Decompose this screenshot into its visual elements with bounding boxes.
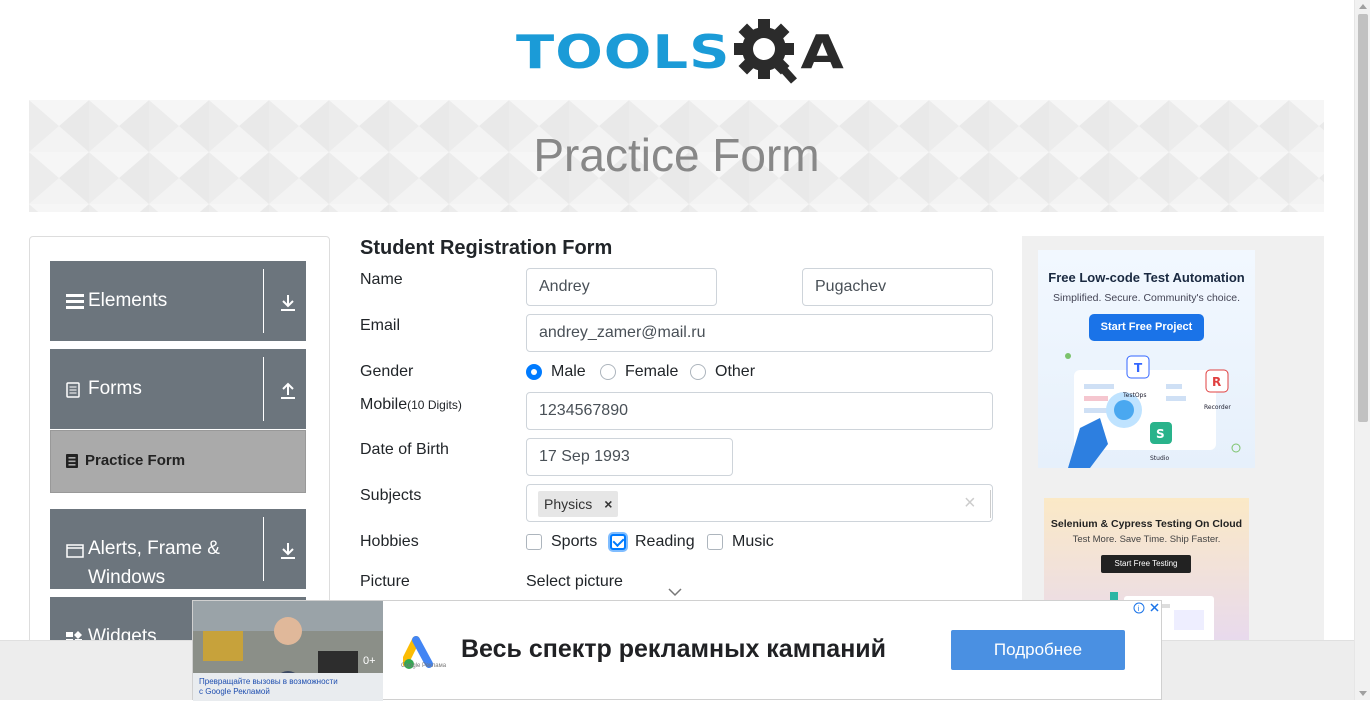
form-document-icon bbox=[66, 382, 80, 398]
radio-unselected[interactable] bbox=[690, 364, 706, 380]
subject-tag: Physics × bbox=[538, 491, 619, 517]
mobile-label: Mobile(10 Digits) bbox=[360, 396, 462, 414]
ad-photo-caption: Превращайте вызовы в возможности с Googl… bbox=[199, 677, 338, 696]
mobile-label-text: Mobile bbox=[360, 396, 408, 413]
ad-illustration: T R S TestOps Recorder Studio bbox=[1065, 353, 1241, 468]
checkbox-unchecked[interactable] bbox=[526, 534, 542, 550]
radio-label: Male bbox=[551, 363, 586, 380]
ad-subline: Test More. Save Time. Ship Faster. bbox=[1072, 534, 1221, 545]
info-close-icon[interactable]: i bbox=[1133, 601, 1163, 615]
divider bbox=[263, 269, 264, 333]
gender-radio-male[interactable]: Male bbox=[526, 363, 586, 381]
last-name-input[interactable]: Pugachev bbox=[802, 268, 993, 306]
sidebar-item-practice-form[interactable]: Practice Form bbox=[50, 430, 306, 493]
form-heading: Student Registration Form bbox=[360, 237, 613, 259]
download-arrow-icon bbox=[281, 295, 295, 311]
form-icon bbox=[66, 454, 78, 468]
ad-info-close-icons[interactable]: i bbox=[1133, 601, 1163, 615]
sidebar-group-label-line2: Windows bbox=[88, 567, 166, 588]
download-arrow-icon bbox=[281, 543, 295, 559]
select-picture-button[interactable]: Select picture bbox=[526, 573, 623, 591]
checkbox-checked[interactable] bbox=[610, 534, 626, 550]
scroll-down-arrow-icon[interactable] bbox=[1359, 691, 1367, 696]
svg-text:R: R bbox=[1212, 375, 1221, 389]
svg-text:i: i bbox=[1138, 605, 1140, 613]
ad-logo-caption: Google Реклама bbox=[401, 663, 447, 669]
divider bbox=[990, 490, 991, 518]
ad-headline: Selenium & Cypress Testing On Cloud bbox=[1050, 518, 1243, 530]
checkbox-label: Sports bbox=[551, 533, 598, 550]
sidebar-group-elements[interactable]: Elements bbox=[50, 261, 306, 341]
dob-label: Date of Birth bbox=[360, 441, 449, 458]
gender-radio-other[interactable]: Other bbox=[690, 363, 755, 381]
google-ads-banner[interactable]: 0+ Превращайте вызовы в возможности с Go… bbox=[192, 600, 1163, 701]
picture-label: Picture bbox=[360, 573, 410, 590]
sidebar-group-label: Forms bbox=[88, 378, 142, 399]
ad-more-button[interactable]: Подробнее bbox=[951, 630, 1125, 670]
radio-selected[interactable] bbox=[526, 364, 542, 380]
checkbox-label: Music bbox=[732, 533, 774, 550]
gender-radio-female[interactable]: Female bbox=[600, 363, 678, 381]
page-scrollbar[interactable] bbox=[1354, 0, 1370, 700]
date-of-birth-input[interactable]: 17 Sep 1993 bbox=[526, 438, 733, 476]
chevron-down-icon bbox=[668, 588, 682, 597]
google-ads-logo-icon bbox=[403, 636, 433, 669]
ad-cta-button[interactable]: Start Free Testing bbox=[1101, 555, 1191, 573]
ad-label-studio: Studio bbox=[1150, 455, 1169, 462]
email-input[interactable]: andrey_zamer@mail.ru bbox=[526, 314, 993, 352]
svg-text:S: S bbox=[1156, 427, 1165, 441]
email-label: Email bbox=[360, 317, 401, 334]
ad-cta-button[interactable]: Start Free Project bbox=[1089, 314, 1204, 341]
checkbox-label: Reading bbox=[635, 533, 695, 550]
divider bbox=[263, 517, 264, 581]
sidebar-group-label: Elements bbox=[88, 290, 168, 311]
sidebar: Elements Forms Practice Form Alerts, Fra… bbox=[29, 236, 330, 656]
svg-text:T: T bbox=[1134, 361, 1143, 375]
scrollbar-thumb[interactable] bbox=[1358, 14, 1368, 422]
radio-unselected[interactable] bbox=[600, 364, 616, 380]
ad-text: Весь спектр рекламных кампаний bbox=[461, 635, 887, 663]
sidebar-group-forms[interactable]: Forms bbox=[50, 349, 306, 429]
ad-photo: 0+ Превращайте вызовы в возможности с Go… bbox=[193, 601, 383, 701]
hobby-checkbox-sports[interactable]: Sports bbox=[526, 533, 597, 551]
ad-photo-badge: 0+ bbox=[363, 655, 376, 667]
sidebar-group-alerts[interactable]: Alerts, Frame & Windows bbox=[50, 509, 306, 589]
scroll-up-arrow-icon[interactable] bbox=[1359, 4, 1367, 9]
name-label: Name bbox=[360, 271, 403, 288]
ad-headline: Free Low-code Test Automation bbox=[1048, 270, 1245, 285]
close-icon[interactable]: × bbox=[604, 496, 612, 512]
first-name-input[interactable]: Andrey bbox=[526, 268, 717, 306]
page-header-banner: Practice Form bbox=[29, 100, 1324, 212]
gender-label: Gender bbox=[360, 363, 414, 380]
sidebar-group-label: Alerts, Frame & bbox=[88, 538, 220, 559]
clear-icon[interactable]: × bbox=[964, 492, 976, 515]
logo-text-a: A bbox=[800, 25, 844, 80]
subjects-label: Subjects bbox=[360, 487, 422, 504]
radio-label: Female bbox=[625, 363, 679, 380]
subject-tag-label: Physics bbox=[544, 496, 593, 512]
hobby-checkbox-reading[interactable]: Reading bbox=[610, 533, 695, 551]
hobby-checkbox-music[interactable]: Music bbox=[707, 533, 774, 551]
logo-text-tools: TOOLS bbox=[516, 25, 731, 80]
ad-label-testops: TestOps bbox=[1122, 392, 1146, 399]
page-title: Practice Form bbox=[533, 129, 820, 181]
mobile-hint: (10 Digits) bbox=[407, 398, 462, 412]
toolsqa-logo[interactable]: TOOLS A bbox=[516, 14, 844, 92]
ad-katalon[interactable]: Free Low-code Test Automation Simplified… bbox=[1038, 250, 1255, 468]
logo-gear-q-icon: A bbox=[732, 15, 844, 91]
upload-arrow-icon bbox=[281, 382, 295, 399]
hobbies-label: Hobbies bbox=[360, 533, 419, 550]
radio-label: Other bbox=[715, 363, 756, 380]
divider bbox=[263, 357, 264, 421]
hamburger-icon bbox=[66, 294, 84, 309]
ad-subline: Simplified. Secure. Community's choice. bbox=[1053, 292, 1240, 304]
checkbox-unchecked[interactable] bbox=[707, 534, 723, 550]
mobile-input[interactable]: 1234567890 bbox=[526, 392, 993, 430]
window-icon bbox=[66, 544, 84, 558]
sidebar-item-label: Practice Form bbox=[85, 452, 186, 469]
ad-label-recorder: Recorder bbox=[1204, 404, 1231, 411]
